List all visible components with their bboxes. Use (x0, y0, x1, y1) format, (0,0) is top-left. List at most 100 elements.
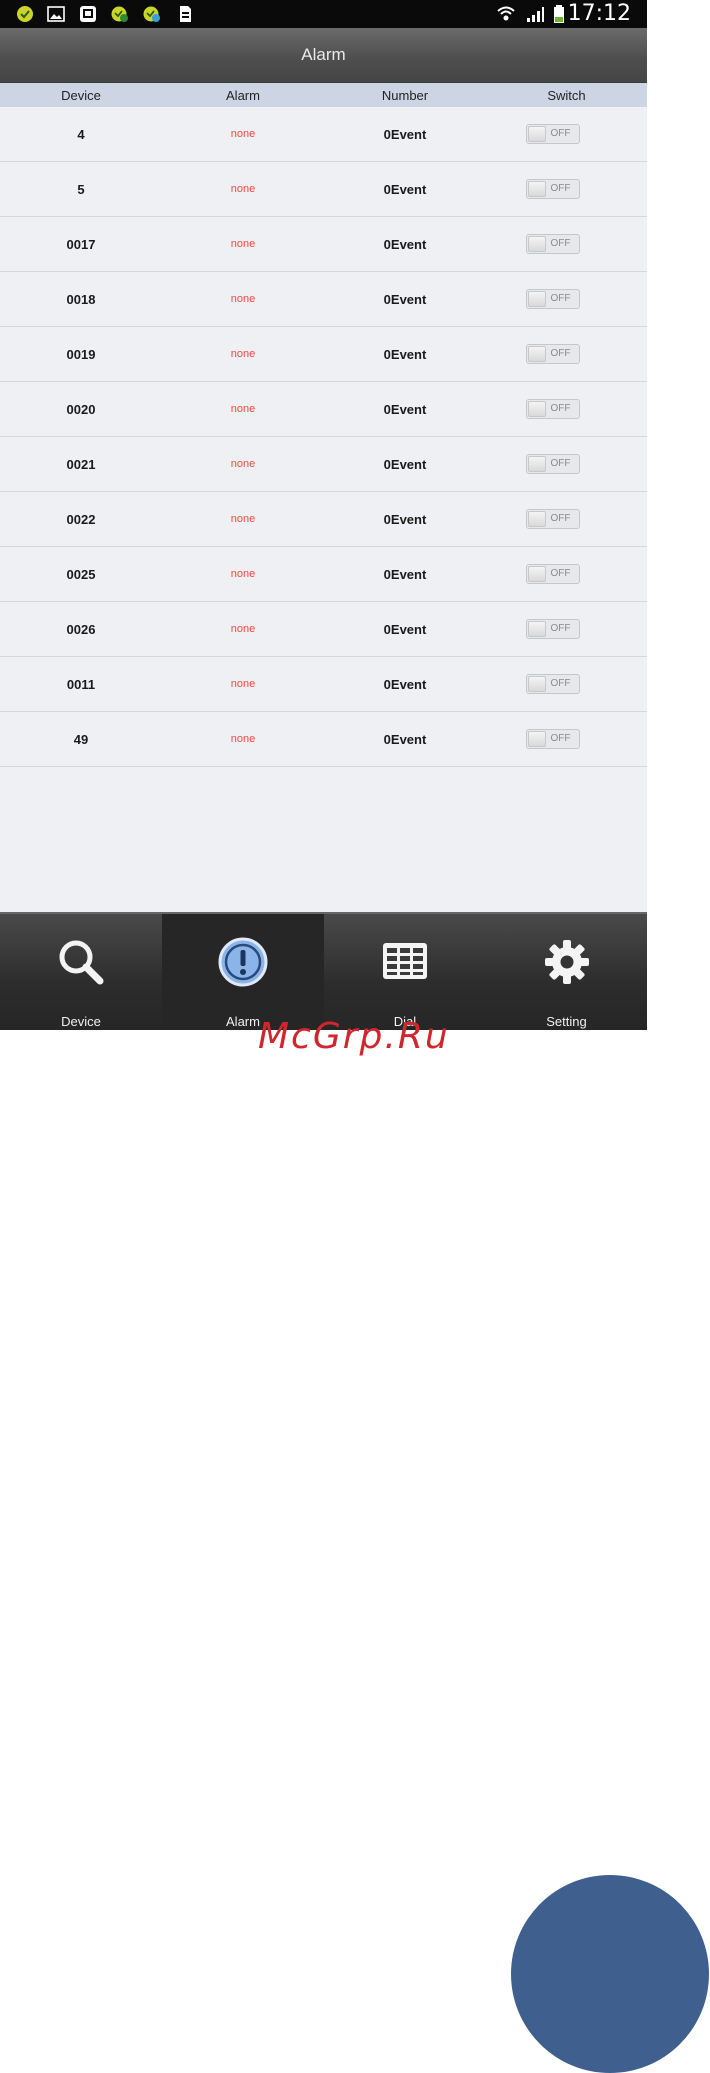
alarm-list: 4 none 0Event OFF 5 none 0Event OFF 0017 none 0Eve… (0, 107, 647, 767)
table-row: 49 none 0Event OFF (0, 712, 647, 767)
switch-cell: OFF (486, 327, 647, 381)
table-row: 0025 none 0Event OFF (0, 547, 647, 602)
device-cell: 0017 (66, 236, 96, 252)
number-cell: 0Event (383, 676, 427, 692)
toggle-knob (527, 731, 546, 747)
chat-app-icon (111, 6, 128, 22)
alarm-cell: none (230, 238, 256, 250)
alarm-cell: none (230, 183, 256, 195)
toggle-knob (527, 236, 546, 252)
gallery-icon (47, 6, 65, 22)
table-row: 0021 none 0Event OFF (0, 437, 647, 492)
device-cell: 49 (73, 731, 89, 747)
toggle-knob (527, 566, 546, 582)
alarm-switch-toggle[interactable]: OFF (525, 344, 580, 364)
switch-cell: OFF (486, 162, 647, 216)
table-row: 0019 none 0Event OFF (0, 327, 647, 382)
wifi-icon (497, 6, 515, 21)
table-row: 0022 none 0Event OFF (0, 492, 647, 547)
phone-screen: 17:12 Alarm Device Alarm Number Switch 4… (0, 0, 647, 1030)
table-row: 0020 none 0Event OFF (0, 382, 647, 437)
switch-cell: OFF (486, 492, 647, 546)
alarm-switch-toggle[interactable]: OFF (525, 179, 580, 199)
switch-cell: OFF (486, 547, 647, 601)
toggle-label: OFF (550, 293, 571, 304)
page-title: Alarm (301, 45, 346, 64)
column-header-device: Device (61, 87, 101, 103)
title-bar: Alarm (0, 28, 647, 83)
switch-cell: OFF (486, 107, 647, 161)
blue-circle-decoration (511, 1875, 709, 2073)
toggle-knob (527, 401, 546, 417)
switch-cell: OFF (486, 712, 647, 766)
alarm-cell: none (230, 128, 256, 140)
number-cell: 0Event (383, 346, 427, 362)
number-cell: 0Event (383, 566, 427, 582)
alarm-switch-toggle[interactable]: OFF (525, 619, 580, 639)
toggle-label: OFF (550, 513, 571, 524)
switch-cell: OFF (486, 217, 647, 271)
toggle-label: OFF (550, 403, 571, 414)
toggle-label: OFF (550, 678, 571, 689)
nav-device-label: Device (61, 1014, 101, 1029)
alarm-switch-toggle[interactable]: OFF (525, 674, 580, 694)
toggle-label: OFF (550, 238, 571, 249)
number-cell: 0Event (383, 291, 427, 307)
toggle-label: OFF (550, 623, 571, 634)
number-cell: 0Event (383, 621, 427, 637)
table-row: 4 none 0Event OFF (0, 107, 647, 162)
number-cell: 0Event (383, 126, 427, 142)
alarm-switch-toggle[interactable]: OFF (525, 399, 580, 419)
column-header-alarm: Alarm (226, 87, 260, 103)
alarm-cell: none (230, 458, 256, 470)
toggle-knob (527, 181, 546, 197)
watermark-text: McGrp.Ru (258, 1016, 450, 1057)
alarm-cell: none (230, 513, 256, 525)
nav-dial[interactable]: Dial (324, 914, 486, 1030)
toggle-knob (527, 126, 546, 142)
store-icon (80, 6, 96, 22)
switch-cell: OFF (486, 602, 647, 656)
table-header: Device Alarm Number Switch (0, 83, 647, 107)
alarm-cell: none (230, 348, 256, 360)
alarm-switch-toggle[interactable]: OFF (525, 454, 580, 474)
alert-icon (218, 937, 268, 987)
toggle-label: OFF (550, 733, 571, 744)
alarm-switch-toggle[interactable]: OFF (525, 729, 580, 749)
toggle-knob (527, 511, 546, 527)
alarm-cell: none (230, 733, 256, 745)
alarm-switch-toggle[interactable]: OFF (525, 124, 580, 144)
alarm-switch-toggle[interactable]: OFF (525, 564, 580, 584)
device-cell: 0011 (66, 676, 96, 692)
nav-setting[interactable]: Setting (486, 914, 647, 1030)
switch-cell: OFF (486, 437, 647, 491)
alarm-cell: none (230, 403, 256, 415)
table-row: 0011 none 0Event OFF (0, 657, 647, 712)
bottom-nav: Device Alarm Dial Setting (0, 912, 647, 1030)
nav-alarm[interactable]: Alarm (162, 914, 324, 1030)
battery-icon (554, 5, 564, 23)
toggle-knob (527, 456, 546, 472)
nav-setting-label: Setting (546, 1014, 587, 1029)
table-row: 5 none 0Event OFF (0, 162, 647, 217)
toggle-label: OFF (550, 568, 571, 579)
switch-cell: OFF (486, 657, 647, 711)
chat-app-icon-2 (143, 6, 160, 22)
column-header-number: Number (381, 87, 429, 103)
alarm-switch-toggle[interactable]: OFF (525, 234, 580, 254)
column-header-switch: Switch (547, 87, 586, 103)
device-cell: 0020 (66, 401, 96, 417)
device-cell: 0025 (66, 566, 96, 582)
number-cell: 0Event (383, 236, 427, 252)
device-cell: 0018 (66, 291, 96, 307)
number-cell: 0Event (383, 401, 427, 417)
toggle-label: OFF (550, 128, 571, 139)
device-cell: 0021 (66, 456, 96, 472)
number-cell: 0Event (383, 456, 427, 472)
alarm-switch-toggle[interactable]: OFF (525, 289, 580, 309)
nav-device[interactable]: Device (0, 914, 162, 1030)
alarm-switch-toggle[interactable]: OFF (525, 509, 580, 529)
toggle-label: OFF (550, 348, 571, 359)
alarm-cell: none (230, 623, 256, 635)
toggle-label: OFF (550, 183, 571, 194)
